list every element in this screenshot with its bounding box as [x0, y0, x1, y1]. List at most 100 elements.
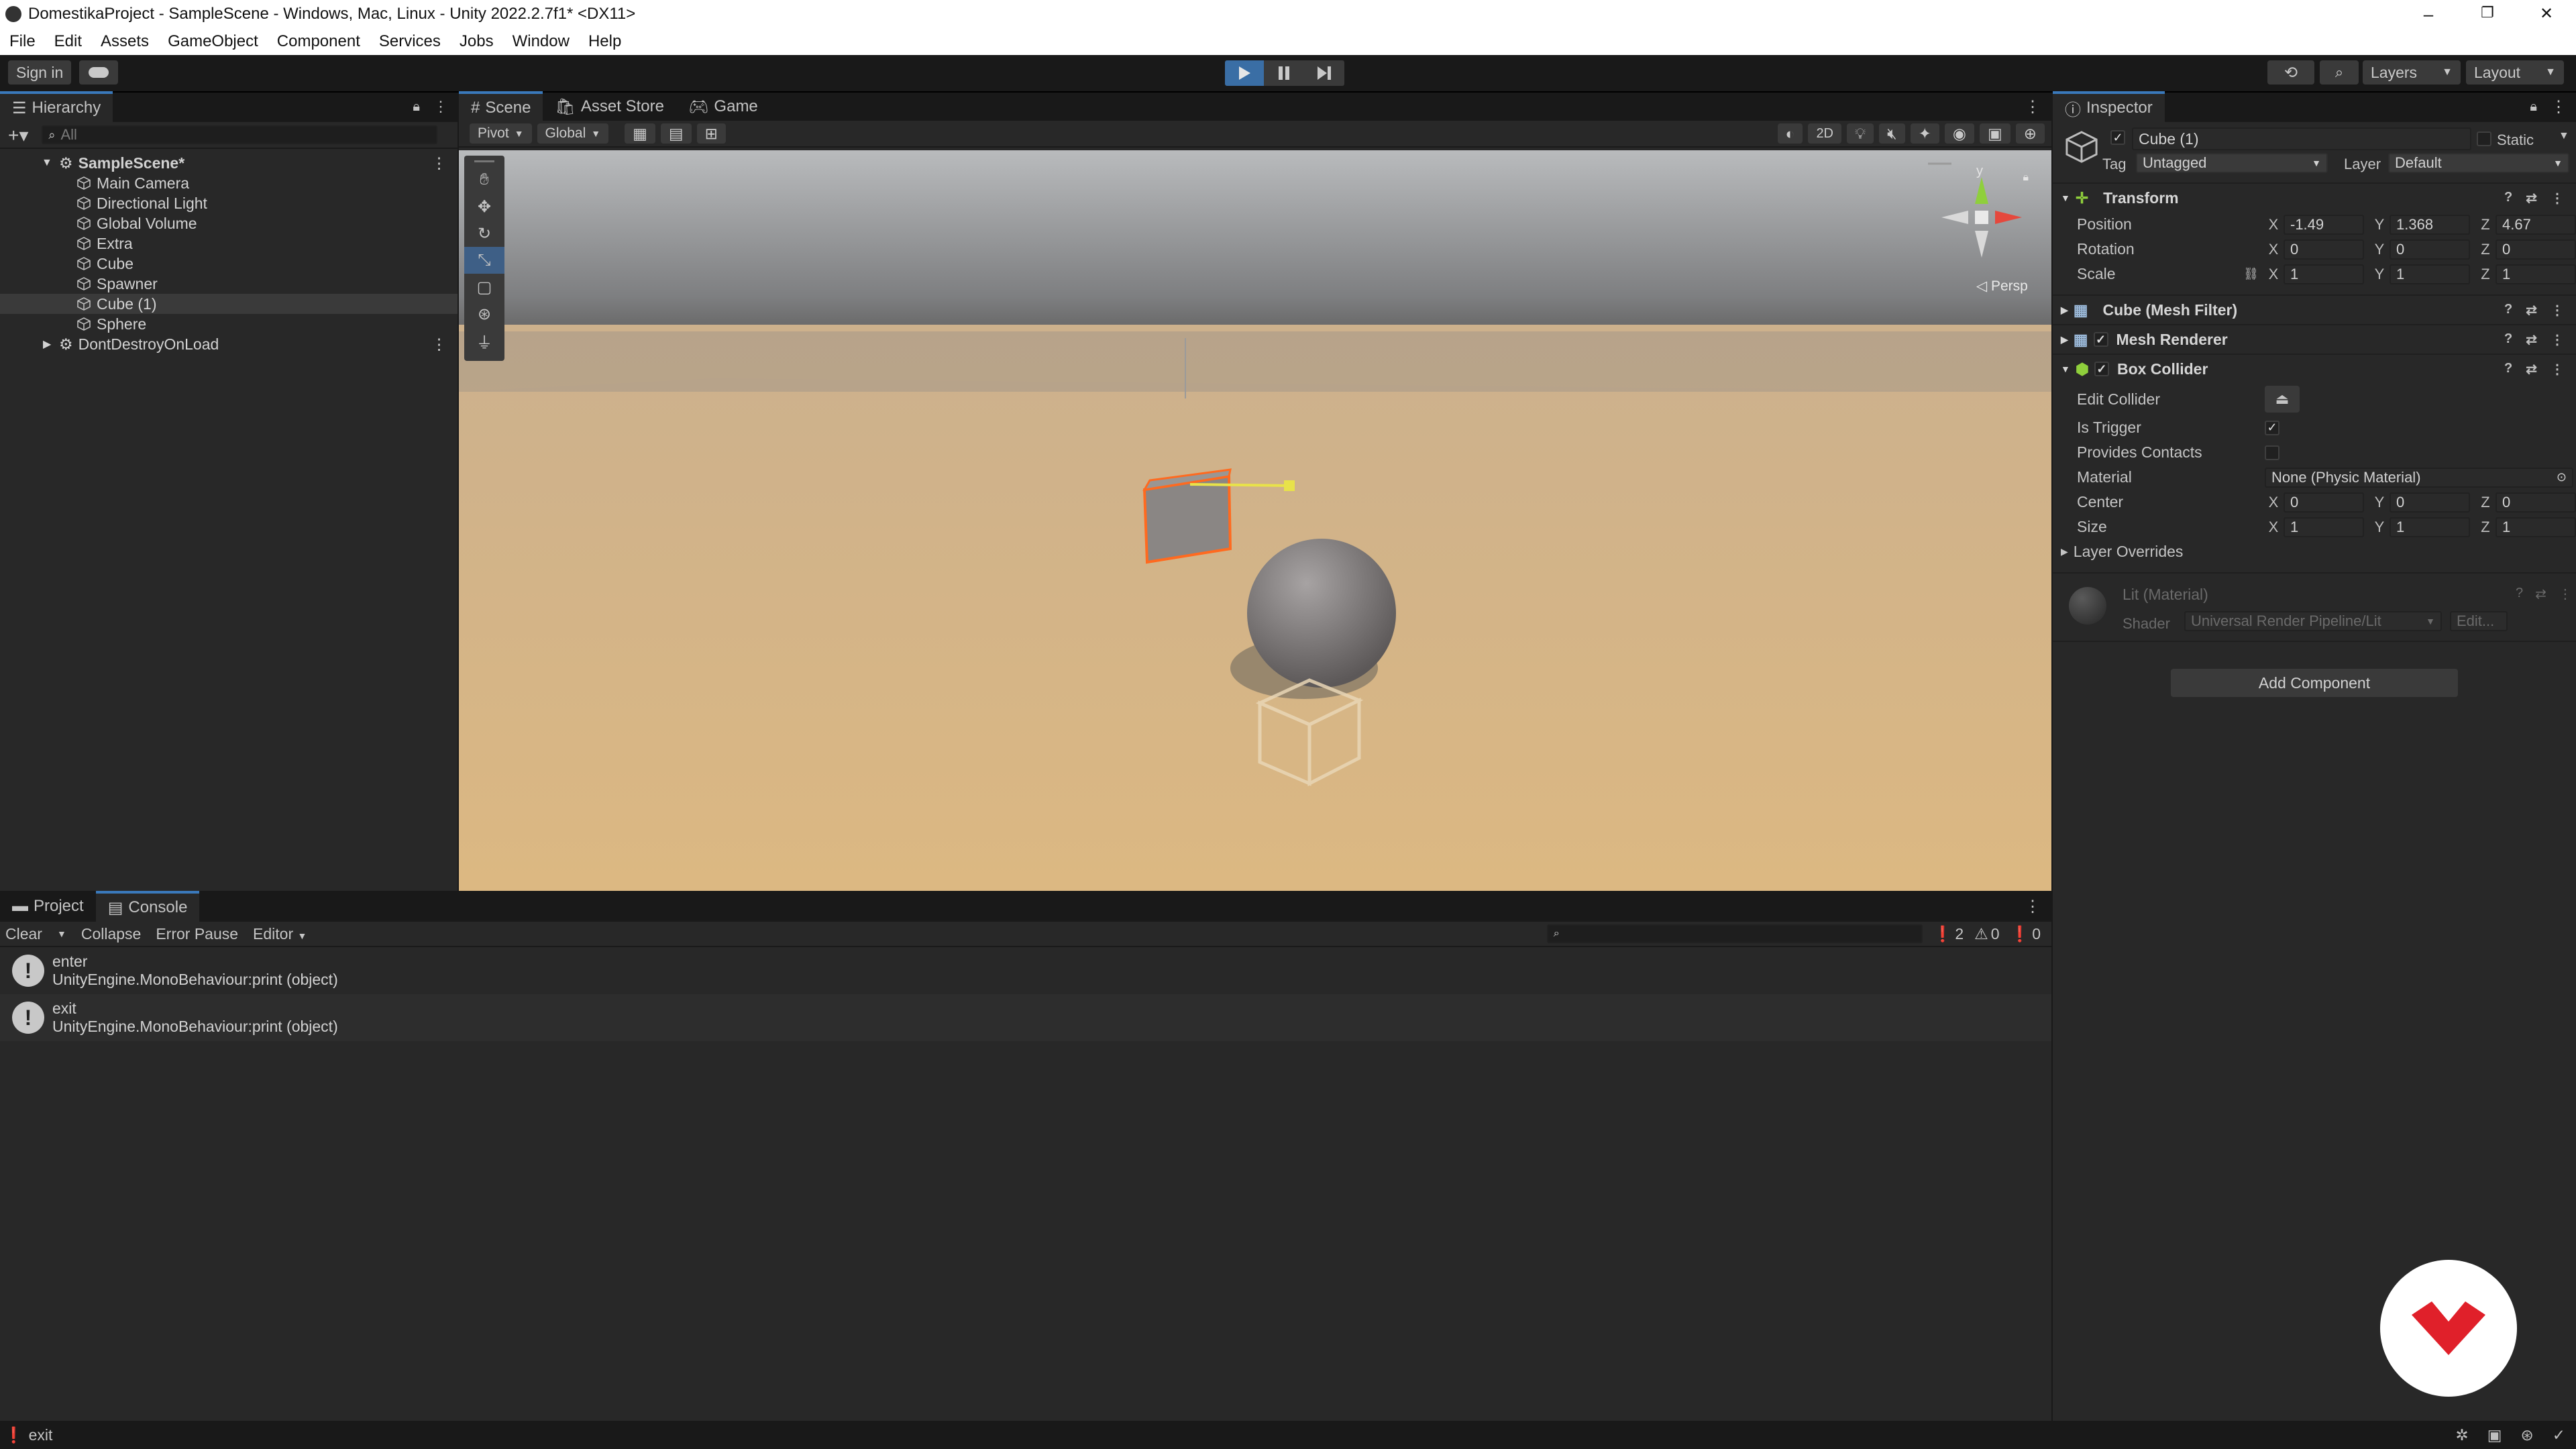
- hierarchy-dont-destroy[interactable]: ▶ ⚙ DontDestroyOnLoad ⋮: [0, 334, 458, 354]
- editor-dropdown[interactable]: Editor ▼: [253, 925, 307, 943]
- scale-x-field[interactable]: 1: [2284, 264, 2364, 284]
- link-icon[interactable]: ⛓︎: [2243, 267, 2263, 281]
- edit-collider-button[interactable]: ⏏: [2265, 386, 2300, 413]
- chevron-down-icon[interactable]: ▼: [57, 928, 66, 939]
- hierarchy-item-directional-light[interactable]: Directional Light: [0, 193, 458, 213]
- error-count-toggle[interactable]: ❗ 0: [2010, 925, 2041, 943]
- menu-edit[interactable]: Edit: [45, 32, 91, 51]
- camera-settings-button[interactable]: ▣: [1979, 123, 2010, 144]
- rotation-y-field[interactable]: 0: [2390, 239, 2470, 260]
- more-icon[interactable]: ⋮: [2551, 302, 2564, 319]
- collapse-button[interactable]: Collapse: [81, 925, 142, 943]
- rect-tool[interactable]: ▢: [464, 274, 504, 301]
- lock-icon[interactable]: 🔒︎: [413, 99, 420, 115]
- menu-gameobject[interactable]: GameObject: [158, 32, 268, 51]
- maximize-button[interactable]: ❐: [2458, 4, 2517, 25]
- material-field[interactable]: None (Physic Material) ⊙: [2265, 467, 2573, 488]
- play-button[interactable]: [1225, 60, 1264, 86]
- mesh-filter-header[interactable]: ▶ ▦ Cube (Mesh Filter) ? ⇄ ⋮: [2053, 294, 2576, 324]
- help-icon[interactable]: ?: [2504, 190, 2512, 207]
- box-collider-enabled-checkbox[interactable]: ✓: [2094, 362, 2109, 376]
- help-icon[interactable]: ?: [2504, 331, 2512, 348]
- lock-icon[interactable]: 🔒︎: [2530, 99, 2537, 115]
- menu-file[interactable]: File: [0, 32, 45, 51]
- minimize-button[interactable]: –: [2399, 4, 2458, 25]
- tab-game[interactable]: 🎮︎ Game: [676, 93, 770, 121]
- menu-help[interactable]: Help: [579, 32, 631, 51]
- shader-edit-button[interactable]: Edit...: [2450, 611, 2508, 631]
- center-z-field[interactable]: 0: [2496, 492, 2576, 513]
- menu-component[interactable]: Component: [268, 32, 370, 51]
- tab-project[interactable]: ▬ Project: [0, 892, 96, 920]
- menu-window[interactable]: Window: [503, 32, 579, 51]
- layout-dropdown[interactable]: Layout ▼: [2466, 60, 2564, 85]
- preset-icon[interactable]: ⇄: [2535, 586, 2546, 602]
- box-collider-header[interactable]: ▼ ⬢ ✓ Box Collider ? ⇄ ⋮: [2053, 354, 2576, 383]
- shader-dropdown[interactable]: Universal Render Pipeline/Lit ▼: [2184, 611, 2442, 631]
- tag-dropdown[interactable]: Untagged ▼: [2136, 153, 2328, 173]
- help-icon[interactable]: ?: [2504, 361, 2512, 378]
- hierarchy-item-extra[interactable]: Extra: [0, 233, 458, 254]
- center-y-field[interactable]: 0: [2390, 492, 2470, 513]
- hierarchy-search-input[interactable]: ⌕ All: [42, 125, 438, 144]
- gizmos-button[interactable]: ⊕: [2015, 123, 2045, 144]
- progress-icon[interactable]: ▣: [2487, 1426, 2502, 1444]
- size-x-field[interactable]: 1: [2284, 517, 2364, 537]
- warning-count-toggle[interactable]: ⚠ 0: [1974, 925, 1999, 943]
- position-z-field[interactable]: 4.67: [2496, 214, 2576, 235]
- transform-header[interactable]: ▼ ✛ Transform ? ⇄ ⋮: [2053, 182, 2576, 212]
- increment-snap-button[interactable]: ▤: [660, 123, 692, 144]
- lock-icon[interactable]: 🔒︎: [2023, 172, 2029, 184]
- tab-scene[interactable]: # Scene: [459, 91, 543, 122]
- size-y-field[interactable]: 1: [2390, 517, 2470, 537]
- scale-z-field[interactable]: 1: [2496, 264, 2576, 284]
- scale-tool[interactable]: ⤡: [464, 247, 504, 274]
- hierarchy-item-spawner[interactable]: Spawner: [0, 274, 458, 294]
- 2d-toggle[interactable]: 2D: [1808, 123, 1842, 144]
- size-z-field[interactable]: 1: [2496, 517, 2576, 537]
- search-button[interactable]: ⌕: [2320, 60, 2359, 85]
- cloud-button[interactable]: [79, 60, 118, 85]
- pivot-dropdown[interactable]: Pivot ▼: [470, 123, 532, 144]
- active-checkbox[interactable]: ✓: [2110, 130, 2125, 145]
- preset-icon[interactable]: ⇄: [2526, 361, 2537, 378]
- grid-snap-button[interactable]: ▦: [625, 123, 655, 144]
- tab-inspector[interactable]: ⓘ Inspector: [2053, 91, 2165, 122]
- console-entry[interactable]: ! enter UnityEngine.MonoBehaviour:print …: [0, 947, 2051, 994]
- layer-overrides-row[interactable]: ▶ Layer Overrides: [2053, 539, 2576, 564]
- rotation-z-field[interactable]: 0: [2496, 239, 2576, 260]
- scale-y-field[interactable]: 1: [2390, 264, 2470, 284]
- menu-jobs[interactable]: Jobs: [450, 32, 503, 51]
- pause-button[interactable]: [1264, 60, 1304, 86]
- global-dropdown[interactable]: Global ▼: [537, 123, 609, 144]
- hierarchy-scene-root[interactable]: ▼ ⚙ SampleScene* ⋮: [0, 153, 458, 173]
- check-icon[interactable]: ✓: [2553, 1426, 2565, 1444]
- align-button[interactable]: ⊞: [696, 123, 726, 144]
- hand-tool[interactable]: ✋︎: [464, 166, 504, 193]
- orientation-gizmo[interactable]: y 🔒︎ ◁ Persp: [1921, 157, 2035, 298]
- custom-tool[interactable]: ⏚: [464, 327, 504, 354]
- more-icon[interactable]: ⋮: [431, 154, 447, 172]
- rotate-tool[interactable]: ↻: [464, 220, 504, 247]
- more-icon[interactable]: ⋮: [2025, 97, 2041, 117]
- hierarchy-item-sphere[interactable]: Sphere: [0, 314, 458, 334]
- rotation-x-field[interactable]: 0: [2284, 239, 2364, 260]
- mesh-renderer-enabled-checkbox[interactable]: ✓: [2093, 332, 2108, 347]
- is-trigger-checkbox[interactable]: ✓: [2265, 420, 2279, 435]
- more-icon[interactable]: ⋮: [2551, 190, 2564, 207]
- menu-assets[interactable]: Assets: [91, 32, 158, 51]
- effects-toggle[interactable]: ✦: [1910, 123, 1939, 144]
- hierarchy-item-global-volume[interactable]: Global Volume: [0, 213, 458, 233]
- console-search-input[interactable]: ⌕: [1546, 924, 1923, 943]
- clear-button[interactable]: Clear: [5, 925, 42, 943]
- debug-icon[interactable]: ✲: [2455, 1426, 2468, 1444]
- auto-icon[interactable]: ⊛: [2520, 1426, 2533, 1444]
- error-pause-button[interactable]: Error Pause: [156, 925, 238, 943]
- persp-label[interactable]: ◁ Persp: [1976, 278, 2028, 294]
- tab-hierarchy[interactable]: ☰ Hierarchy: [0, 91, 113, 122]
- mesh-renderer-header[interactable]: ▶ ▦ ✓ Mesh Renderer ? ⇄ ⋮: [2053, 324, 2576, 354]
- console-entry[interactable]: ! exit UnityEngine.MonoBehaviour:print (…: [0, 994, 2051, 1041]
- log-count-toggle[interactable]: ❗ 2: [1933, 925, 1964, 943]
- layers-dropdown[interactable]: Layers ▼: [2363, 60, 2461, 85]
- static-checkbox[interactable]: [2477, 131, 2491, 146]
